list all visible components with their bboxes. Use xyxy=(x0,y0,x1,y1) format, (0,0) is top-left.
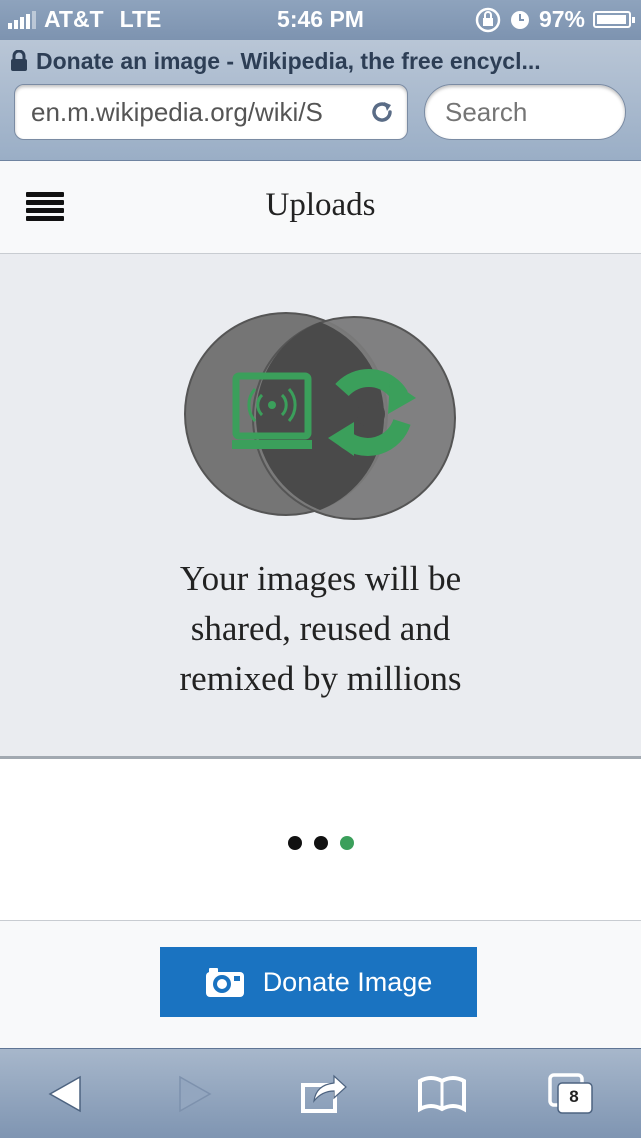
slide-caption-line: shared, reused and xyxy=(190,609,451,648)
donate-button-label: Donate Image xyxy=(262,966,433,997)
share-icon[interactable] xyxy=(298,1071,348,1117)
slide-caption-line: remixed by millions xyxy=(179,659,462,698)
action-area: Donate Image xyxy=(0,920,641,1049)
forward-icon[interactable] xyxy=(168,1071,218,1117)
donate-image-button[interactable]: Donate Image xyxy=(160,947,477,1017)
pagination-dot-active[interactable] xyxy=(339,836,354,850)
bookmarks-icon[interactable] xyxy=(417,1071,467,1117)
battery-icon xyxy=(593,11,635,28)
battery-label: 97% xyxy=(538,6,585,32)
alarm-icon xyxy=(510,10,529,29)
app-header: Uploads xyxy=(0,161,641,254)
camera-icon xyxy=(205,968,244,997)
lock-icon xyxy=(11,50,27,71)
browser-bar: Donate an image - Wikipedia, the free en… xyxy=(0,40,641,161)
reload-icon[interactable] xyxy=(367,97,397,127)
url-field[interactable]: en.m.wikipedia.org/wiki/S xyxy=(14,84,408,140)
slide-caption: Your images will be shared, reused and r… xyxy=(0,554,641,704)
pagination-dot[interactable] xyxy=(287,836,302,850)
page-title: Donate an image - Wikipedia, the free en… xyxy=(36,47,541,74)
pagination-dot[interactable] xyxy=(313,836,328,850)
page-title-uploads: Uploads xyxy=(265,187,376,223)
orientation-lock-icon xyxy=(475,7,501,32)
carousel[interactable]: Your images will be shared, reused and r… xyxy=(0,254,641,759)
page-heading: Donate an image - Wikipedia, the free en… xyxy=(10,46,631,76)
status-bar: AT&T LTE 5:46 PM 97% xyxy=(0,0,641,40)
browser-toolbar xyxy=(0,1048,641,1138)
url-text: en.m.wikipedia.org/wiki/S xyxy=(31,96,323,127)
share-reuse-illustration xyxy=(184,312,456,520)
back-icon[interactable] xyxy=(42,1071,92,1117)
search-input[interactable] xyxy=(424,84,626,140)
tab-count-badge: 8 xyxy=(569,1087,579,1106)
slide-caption-line: Your images will be xyxy=(179,559,462,598)
carousel-pagination xyxy=(0,836,641,850)
status-right: 97% xyxy=(475,6,635,33)
